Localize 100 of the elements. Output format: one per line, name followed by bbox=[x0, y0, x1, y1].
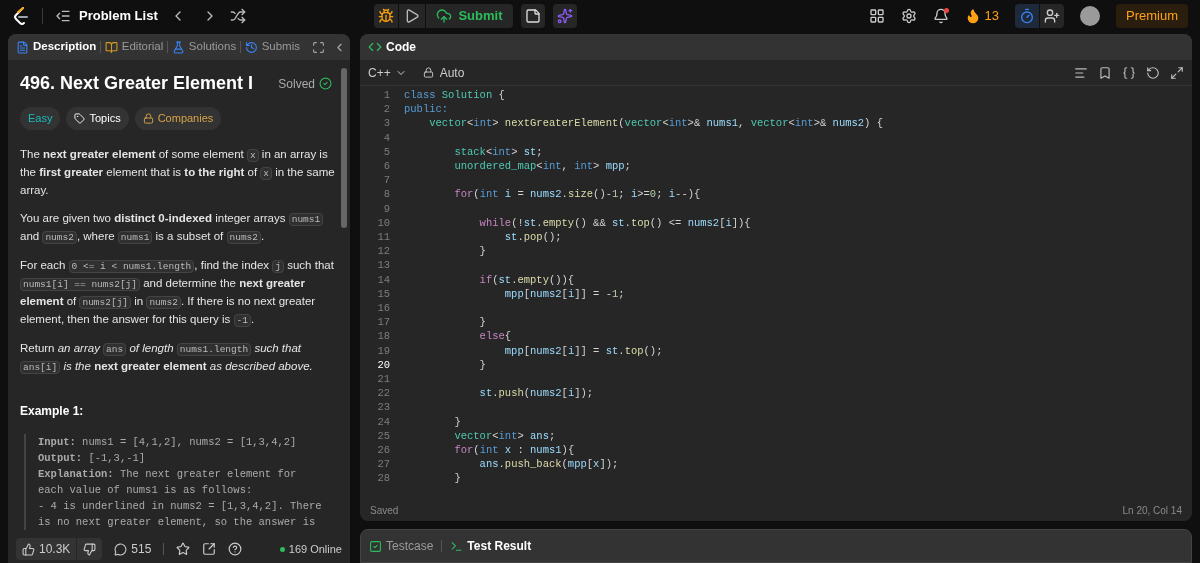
streak-counter[interactable]: 13 bbox=[964, 6, 999, 26]
example-line: Input: nums1 = [4,1,2], nums2 = [1,3,4,2] bbox=[38, 434, 298, 450]
run-button[interactable] bbox=[399, 4, 426, 28]
like-button[interactable]: 10.3K bbox=[16, 538, 77, 560]
problem-title: 496. Next Greater Element I bbox=[20, 72, 254, 95]
companies-tag[interactable]: Companies bbox=[134, 107, 222, 130]
code-line: vector<int> nextGreaterElement(vector<int>& nums1, vector<int>& nums2) { bbox=[428, 116, 883, 131]
help-icon[interactable] bbox=[228, 542, 243, 556]
panel-title: Code bbox=[386, 39, 416, 56]
topics-tag[interactable]: Topics bbox=[66, 107, 129, 130]
timer-icon bbox=[1019, 8, 1035, 24]
example-title: Example 1: bbox=[20, 402, 85, 420]
dislike-button[interactable] bbox=[77, 538, 103, 560]
description-paragraph: The next greater element of some element x in an array is the first greater element that is to the right of x in the same array. bbox=[20, 146, 336, 198]
bug-icon bbox=[378, 8, 395, 24]
line-number: 20 bbox=[376, 357, 391, 373]
panel-tab[interactable]: Submis bbox=[244, 38, 300, 56]
auto-mode-button[interactable]: Auto bbox=[422, 63, 465, 82]
difficulty-tag: Easy bbox=[20, 107, 61, 130]
shuffle-icon[interactable] bbox=[229, 8, 246, 24]
timer-button[interactable] bbox=[1015, 4, 1039, 28]
code-line: for(int x : nums1){ bbox=[453, 443, 575, 458]
line-number: 8 bbox=[382, 187, 391, 202]
add-user-icon bbox=[1044, 8, 1060, 24]
history-icon bbox=[244, 40, 258, 54]
save-status: Saved bbox=[370, 503, 399, 518]
example-line: is no next greater element, so the answer is bbox=[38, 514, 317, 530]
avatar[interactable] bbox=[1080, 6, 1100, 26]
line-number: 13 bbox=[376, 258, 391, 273]
checkbox-icon bbox=[369, 539, 382, 553]
format-icon[interactable] bbox=[1074, 65, 1088, 80]
settings-icon[interactable] bbox=[900, 8, 917, 24]
add-user-button[interactable] bbox=[1040, 4, 1064, 28]
code-line: for(int i = nums2.size()-1; i>=0; i--){ bbox=[453, 187, 701, 202]
comments-button[interactable]: 515 bbox=[114, 540, 152, 558]
book-icon bbox=[104, 40, 118, 54]
layout-icon[interactable] bbox=[868, 8, 885, 24]
line-number: 15 bbox=[376, 286, 391, 302]
panel-tab[interactable]: Editorial bbox=[104, 38, 164, 56]
code-line: } bbox=[478, 244, 486, 259]
scrollbar-thumb[interactable] bbox=[341, 68, 347, 228]
comment-icon bbox=[114, 542, 128, 556]
code-line: st.push(nums2[i]); bbox=[478, 386, 594, 401]
panel-tab[interactable]: Solutions bbox=[171, 38, 237, 56]
thumbs-down-icon bbox=[83, 542, 97, 556]
maximize-icon[interactable] bbox=[312, 40, 325, 54]
expand-icon[interactable] bbox=[1170, 65, 1184, 80]
line-number: 17 bbox=[376, 315, 391, 330]
language-select[interactable]: C++ bbox=[368, 63, 407, 82]
description-paragraph: You are given two distinct 0-indexed integer arrays nums1 and nums2 , where nums1 is a subset of nums2 . bbox=[20, 209, 336, 246]
note-button[interactable] bbox=[520, 4, 545, 28]
code-line: ans.push_back(mpp[x]); bbox=[478, 457, 619, 472]
thumbs-up-icon bbox=[22, 542, 35, 556]
line-number: 21 bbox=[376, 372, 391, 387]
result-tab[interactable]: Test Result bbox=[450, 537, 532, 555]
line-number: 19 bbox=[376, 343, 391, 358]
submit-button[interactable]: Submit bbox=[426, 4, 513, 28]
star-icon[interactable] bbox=[176, 542, 191, 556]
panel-tab[interactable]: Description bbox=[16, 38, 97, 56]
code-line: } bbox=[478, 357, 486, 373]
cursor-position: Ln 20, Col 14 bbox=[1122, 503, 1182, 518]
line-number: 16 bbox=[376, 301, 391, 316]
line-number: 5 bbox=[382, 144, 391, 159]
line-number: 14 bbox=[376, 272, 391, 287]
bookmark-icon[interactable] bbox=[1098, 65, 1112, 80]
play-icon bbox=[404, 8, 421, 24]
line-number: 12 bbox=[376, 244, 391, 259]
line-number: 2 bbox=[382, 102, 391, 117]
line-number: 7 bbox=[382, 173, 391, 188]
example-line: Explanation: The next greater element for bbox=[38, 466, 298, 482]
line-number: 3 bbox=[382, 116, 391, 131]
notification-icon[interactable] bbox=[932, 8, 949, 24]
share-icon[interactable] bbox=[202, 542, 217, 556]
line-number: 18 bbox=[376, 329, 391, 344]
line-number: 4 bbox=[382, 130, 391, 145]
problem-list-button[interactable]: Problem List bbox=[55, 6, 158, 26]
terminal-icon bbox=[450, 539, 464, 553]
logo-icon[interactable] bbox=[12, 6, 30, 26]
note-icon bbox=[524, 8, 541, 24]
braces-icon[interactable] bbox=[1122, 65, 1136, 80]
line-number: 22 bbox=[376, 386, 391, 401]
code-line: mpp[nums2[i]] = st.top(); bbox=[503, 343, 663, 358]
line-number: 6 bbox=[382, 159, 391, 174]
reset-icon[interactable] bbox=[1146, 65, 1160, 80]
description-paragraph: Return an array ans of length nums1.length such that ans[i] is the next greater element as described above. bbox=[20, 340, 314, 376]
flask-icon bbox=[171, 40, 185, 54]
code-line: if(st.empty()){ bbox=[478, 272, 575, 287]
premium-button[interactable]: Premium bbox=[1116, 4, 1188, 28]
online-count: 169 Online bbox=[288, 541, 342, 557]
code-line: } bbox=[478, 315, 486, 330]
code-icon bbox=[368, 40, 382, 54]
line-number: 9 bbox=[382, 201, 391, 216]
line-number: 27 bbox=[376, 457, 391, 472]
code-line: mpp[nums2[i]] = -1; bbox=[503, 286, 625, 302]
code-line: } bbox=[453, 471, 461, 486]
debug-button[interactable] bbox=[374, 4, 399, 28]
document-icon bbox=[16, 40, 29, 54]
result-tab[interactable]: Testcase bbox=[369, 537, 434, 555]
assistant-button[interactable] bbox=[552, 4, 577, 28]
line-number: 10 bbox=[376, 215, 391, 231]
